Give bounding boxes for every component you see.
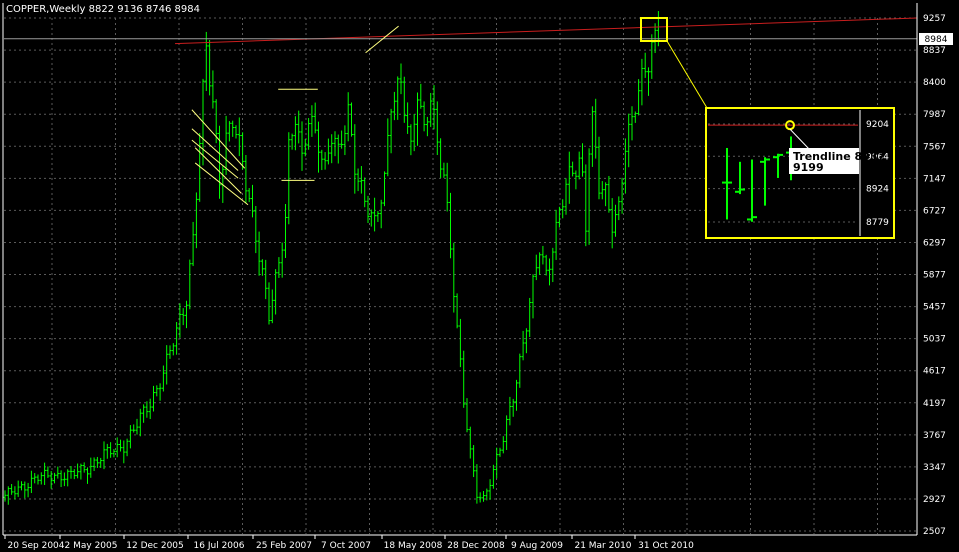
red-trendline[interactable] [174,17,918,45]
x-tick-label: 16 Jul 2006 [194,541,245,551]
y-tick-label: 5037 [923,335,946,345]
x-tick-label: 7 Oct 2007 [321,541,371,551]
x-tick-label: 25 Feb 2007 [256,541,312,551]
y-tick-label: 3347 [923,463,946,473]
grid-layer [4,17,917,534]
x-tick-label: 2 May 2005 [65,541,118,551]
y-tick-label: 7987 [923,110,946,120]
inset-y-tick-label: 8779 [866,218,889,228]
price-chart[interactable]: 9257 8837 8400 7987 7567 7147 6727 6297 5877 5457… [0,0,959,552]
x-tick-label: 18 May 2008 [384,541,443,551]
y-tick-label: 5457 [923,303,946,313]
zoom-callout: 9204906489248779 Trendline 8937 9199 [640,17,895,239]
y-tick-label: 6727 [923,206,946,216]
channel-line[interactable] [194,147,242,194]
y-tick-label: 4197 [923,399,946,409]
zoom-connector-line [666,40,708,109]
current-price-label: 8984 [925,35,948,45]
inset-y-tick-label: 9204 [866,120,889,130]
y-tick-label: 6297 [923,238,946,248]
rising-line[interactable] [365,25,399,54]
x-tick-label: 21 Mar 2010 [574,541,631,551]
x-tick-labels: 20 Sep 2004 2 May 2005 12 Dec 2005 16 Jul 2… [4,535,694,551]
y-tick-label: 2927 [923,495,946,505]
y-tick-label: 3767 [923,431,946,441]
tooltip-line2: 9199 [793,161,824,174]
x-tick-label: 28 Dec 2008 [447,541,505,551]
inset-y-tick-label: 8924 [866,185,889,195]
y-tick-label: 8400 [923,78,946,88]
y-tick-label: 4617 [923,367,946,377]
price-bars [3,11,660,505]
axis-layer [2,3,918,536]
chart-title: COPPER,Weekly 8822 9136 8746 8984 [6,4,200,15]
inset-chart: 9204906489248779 Trendline 8937 9199 [705,107,895,239]
x-tick-label: 9 Aug 2009 [511,541,563,551]
current-price-marker: 8984 [919,33,953,45]
y-tick-labels: 9257 8837 8400 7987 7567 7147 6727 6297 5877 5457… [923,14,946,537]
channel-line[interactable] [194,162,249,206]
x-tick-label: 12 Dec 2005 [126,541,184,551]
y-tick-label: 5877 [923,271,946,281]
y-tick-label: 7567 [923,142,946,152]
x-tick-label: 31 Oct 2010 [638,541,694,551]
x-tick-label: 20 Sep 2004 [7,541,64,551]
y-tick-label: 8837 [923,46,946,56]
zoom-highlight-box [640,17,668,42]
y-tick-label: 2507 [923,527,946,537]
y-tick-label: 9257 [923,14,946,24]
y-tick-label: 7147 [923,174,946,184]
chart-root: 9257 8837 8400 7987 7567 7147 6727 6297 5877 5457… [0,0,959,552]
